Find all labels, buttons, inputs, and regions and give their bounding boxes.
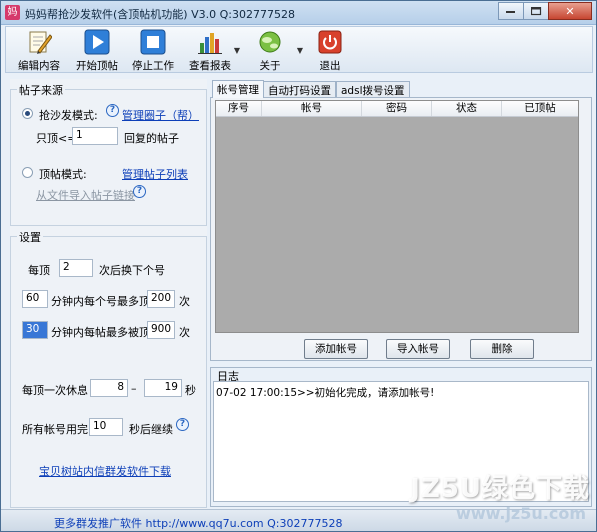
per-top-suffix: 次后换下个号 (99, 264, 165, 277)
column-header[interactable]: 密码 (362, 101, 432, 116)
account-max-suffix: 次 (179, 295, 190, 308)
toolbar: 编辑内容 开始顶帖 停止工作 查看报表 ▼ 关于 ▼ 退出 (5, 26, 593, 73)
delete-account-button[interactable]: 删除 (470, 339, 534, 359)
log-line: 07-02 17:00:15>>初始化完成，请添加帐号! (216, 387, 435, 399)
toolbar-label: 停止工作 (132, 60, 174, 72)
sofa-mode-radio[interactable] (22, 108, 33, 119)
column-header[interactable]: 序号 (216, 101, 262, 116)
tab-adsl-dial[interactable]: adsl拨号设置 (336, 81, 410, 97)
tab-account-manage[interactable]: 帐号管理 (212, 80, 264, 98)
dropdown-arrow-icon[interactable]: ▼ (234, 46, 240, 55)
toolbar-label: 开始顶帖 (76, 60, 118, 72)
edit-pencil-icon (26, 29, 52, 55)
watermark-text: JZ5U绿色下载 (410, 474, 590, 504)
exit-button[interactable]: 退出 (317, 29, 343, 72)
column-header[interactable]: 帐号 (262, 101, 362, 116)
top-mode-radio[interactable] (22, 167, 33, 178)
import-from-file-link[interactable]: 从文件导入帖子链接 (36, 187, 135, 203)
download-link[interactable]: 宝贝树站内信群发软件下载 (39, 463, 171, 479)
start-top-button[interactable]: 开始顶帖 (76, 29, 118, 72)
group-title: 设置 (17, 229, 43, 245)
account-minutes-input[interactable]: 60 (22, 290, 48, 308)
help-icon[interactable]: ? (106, 104, 119, 117)
window-title: 妈妈帮抢沙发软件(含顶帖机功能) V3.0 Q:302777528 (25, 8, 295, 21)
manage-circle-link[interactable]: 管理圈子（帮） (122, 107, 199, 123)
post-max-input[interactable]: 900 (147, 321, 175, 339)
stop-icon (140, 29, 166, 55)
rest-label: 每顶一次休息 (22, 384, 88, 397)
report-chart-icon (197, 29, 223, 55)
title-bar: 妈 妈妈帮抢沙发软件(含顶帖机功能) V3.0 Q:302777528 ✕ (1, 1, 596, 25)
all-done-suffix: 秒后继续 (129, 423, 173, 436)
column-header[interactable]: 状态 (432, 101, 502, 116)
edit-content-button[interactable]: 编辑内容 (18, 29, 60, 72)
post-minutes-label: 分钟内每帖最多被顶 (51, 326, 150, 339)
dropdown-arrow-icon[interactable]: ▼ (297, 46, 303, 55)
toolbar-label: 关于 (259, 60, 281, 72)
left-panel: 帖子来源 抢沙发模式: ? 管理圈子（帮） 只顶<= 1 回复的帖子 顶帖模式:… (10, 79, 207, 509)
only-top-input[interactable]: 1 (72, 127, 118, 145)
add-account-button[interactable]: 添加帐号 (304, 339, 368, 359)
app-window: 妈 妈妈帮抢沙发软件(含顶帖机功能) V3.0 Q:302777528 ✕ 编辑… (0, 0, 597, 532)
account-max-input[interactable]: 200 (147, 290, 175, 308)
window-controls: ✕ (498, 2, 592, 20)
accounts-table[interactable]: 序号 帐号 密码 状态 已顶帖 (215, 100, 579, 333)
all-done-label: 所有帐号用完 (22, 423, 88, 436)
post-max-suffix: 次 (179, 326, 190, 339)
watermark-url: www.jz5u.com (456, 504, 586, 523)
minimize-icon[interactable] (498, 2, 524, 20)
stop-work-button[interactable]: 停止工作 (132, 29, 174, 72)
rest-unit: 秒 (185, 384, 196, 397)
import-account-button[interactable]: 导入帐号 (386, 339, 450, 359)
rest-dash: – (131, 382, 137, 395)
only-top-suffix: 回复的帖子 (124, 132, 179, 145)
post-minutes-input[interactable]: 30 (22, 321, 48, 339)
tab-auto-captcha[interactable]: 自动打码设置 (263, 81, 336, 97)
view-report-button[interactable]: 查看报表 ▼ (189, 29, 240, 72)
table-header: 序号 帐号 密码 状态 已顶帖 (216, 101, 578, 117)
help-icon[interactable]: ? (176, 418, 189, 431)
toolbar-label: 退出 (319, 60, 341, 72)
per-top-input[interactable]: 2 (59, 259, 93, 277)
globe-leaf-icon (257, 29, 283, 55)
status-text[interactable]: 更多群发推广软件 http://www.qq7u.com Q:302777528 (54, 515, 342, 531)
toolbar-label: 编辑内容 (18, 60, 60, 72)
about-button[interactable]: 关于 ▼ (257, 29, 303, 72)
maximize-icon[interactable] (523, 2, 549, 20)
top-mode-label: 顶帖模式: (39, 168, 87, 181)
per-top-prefix: 每顶 (28, 264, 50, 277)
all-done-input[interactable]: 10 (89, 418, 123, 436)
column-header[interactable]: 已顶帖 (502, 101, 578, 116)
rest-max-input[interactable]: 19 (144, 379, 182, 397)
only-top-prefix: 只顶<= (36, 132, 77, 145)
manage-posts-link[interactable]: 管理帖子列表 (122, 166, 188, 182)
sofa-mode-label: 抢沙发模式: (39, 109, 98, 122)
close-icon[interactable]: ✕ (548, 2, 592, 20)
group-title: 帖子来源 (17, 82, 65, 98)
account-minutes-label: 分钟内每个号最多顶 (51, 295, 150, 308)
toolbar-label: 查看报表 (189, 60, 231, 72)
rest-min-input[interactable]: 8 (90, 379, 128, 397)
watermark: JZ5U绿色下载 www.jz5u.com (404, 468, 590, 530)
help-icon[interactable]: ? (133, 185, 146, 198)
play-icon (84, 29, 110, 55)
app-logo-icon: 妈 (5, 5, 20, 20)
power-icon (317, 29, 343, 55)
